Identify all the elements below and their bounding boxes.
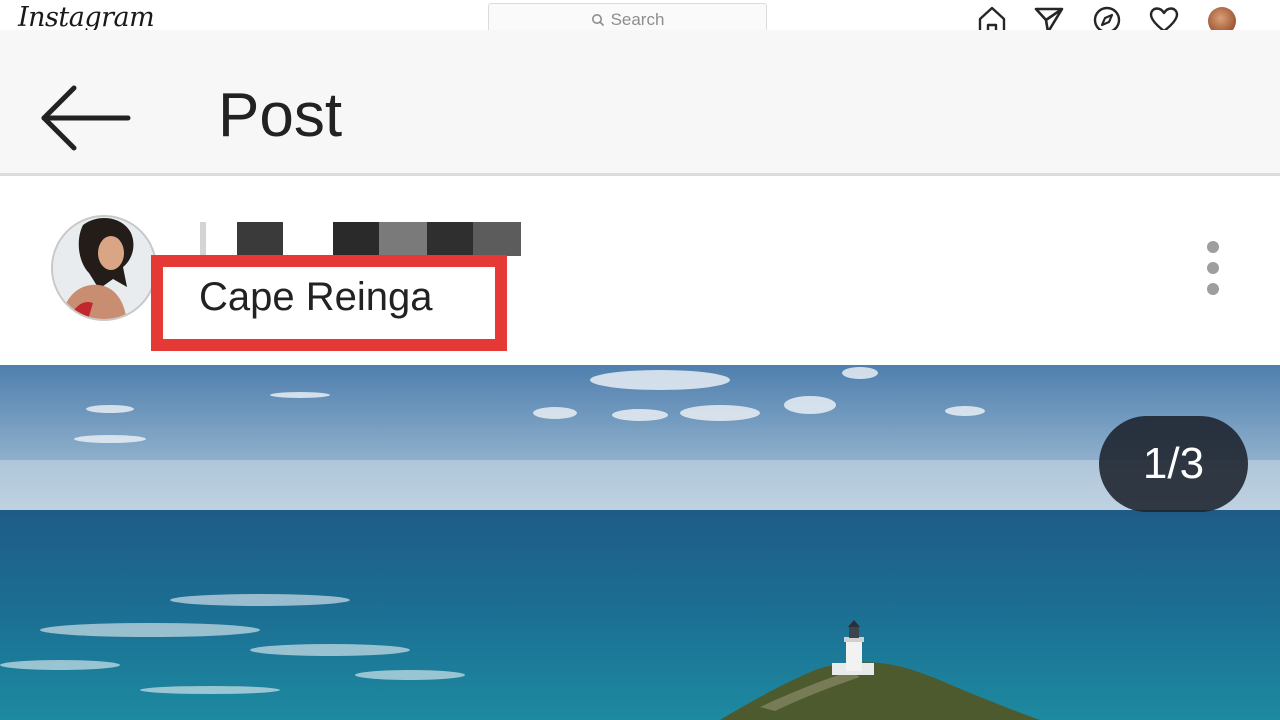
post-location[interactable]: Cape Reinga — [199, 277, 433, 317]
username-redaction — [427, 222, 473, 256]
post-header: Cape Reinga — [0, 179, 1280, 365]
top-navigation-bar: Instagram Search — [0, 0, 1280, 35]
carousel-counter: 1/3 — [1099, 416, 1248, 512]
back-arrow-button[interactable] — [38, 84, 132, 154]
search-placeholder: Search — [610, 9, 665, 29]
username-redaction — [379, 222, 427, 256]
author-avatar[interactable] — [51, 215, 157, 321]
post-app-bar: Post — [0, 30, 1280, 176]
more-vertical-icon — [1207, 241, 1219, 253]
search-icon — [591, 13, 605, 27]
post-photo[interactable] — [0, 365, 1280, 720]
page-title: Post — [218, 81, 343, 150]
instagram-logo[interactable]: Instagram — [18, 2, 155, 33]
username-redaction — [237, 222, 283, 256]
username-redaction — [473, 222, 521, 256]
more-options-button[interactable] — [1198, 237, 1228, 299]
arrow-left-icon — [41, 85, 131, 151]
username-redaction — [200, 222, 206, 256]
username-redaction — [333, 222, 379, 256]
